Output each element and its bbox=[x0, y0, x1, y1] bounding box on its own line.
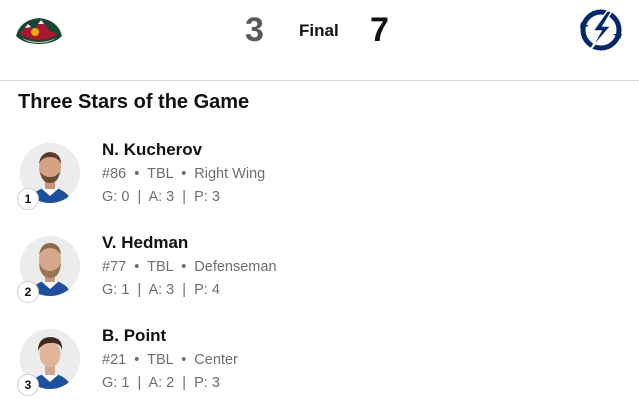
player-number: #77 bbox=[102, 259, 127, 275]
player-position: Defenseman bbox=[194, 259, 277, 275]
stat-divider: | bbox=[182, 282, 187, 298]
stat-goals: G: 1 bbox=[102, 375, 130, 391]
player-stats: G: 1 | A: 2 | P: 3 bbox=[102, 373, 220, 393]
stat-divider: | bbox=[137, 375, 142, 391]
stat-divider: | bbox=[182, 189, 187, 205]
player-number: #21 bbox=[102, 352, 127, 368]
game-status: Final bbox=[299, 21, 339, 40]
section-title: Three Stars of the Game bbox=[18, 91, 250, 113]
stat-divider: | bbox=[137, 189, 142, 205]
player-avatar[interactable]: 3 bbox=[17, 329, 80, 396]
bullet-separator: • bbox=[134, 352, 140, 368]
stat-divider: | bbox=[137, 282, 142, 298]
player-name[interactable]: V. Hedman bbox=[102, 232, 188, 254]
player-info: #77 • TBL • Defenseman bbox=[102, 257, 277, 277]
stat-assists: A: 3 bbox=[148, 282, 175, 298]
home-score: 3 bbox=[245, 11, 264, 49]
player-avatar[interactable]: 1 bbox=[17, 143, 80, 210]
stat-points: P: 4 bbox=[194, 282, 220, 298]
stat-points: P: 3 bbox=[194, 375, 220, 391]
away-score: 7 bbox=[370, 11, 389, 49]
stat-assists: A: 2 bbox=[148, 375, 175, 391]
lightning-logo-icon[interactable] bbox=[576, 8, 626, 51]
player-name[interactable]: N. Kucherov bbox=[102, 139, 202, 161]
player-number: #86 bbox=[102, 166, 127, 182]
player-position: Center bbox=[194, 352, 238, 368]
player-team: TBL bbox=[147, 259, 174, 275]
list-item[interactable]: 3 B. Point #21 • TBL • Center G: 1 | A: … bbox=[0, 321, 639, 414]
list-item[interactable]: 1 N. Kucherov #86 • TBL • Right Wing G: … bbox=[0, 135, 639, 228]
stat-points: P: 3 bbox=[194, 189, 220, 205]
bullet-separator: • bbox=[181, 352, 187, 368]
stat-goals: G: 0 bbox=[102, 189, 130, 205]
stat-assists: A: 3 bbox=[148, 189, 175, 205]
rank-badge: 1 bbox=[17, 188, 39, 210]
player-info: #21 • TBL • Center bbox=[102, 350, 238, 370]
player-info: #86 • TBL • Right Wing bbox=[102, 164, 265, 184]
bullet-separator: • bbox=[181, 259, 187, 275]
bullet-separator: • bbox=[134, 166, 140, 182]
three-stars-list: 1 N. Kucherov #86 • TBL • Right Wing G: … bbox=[0, 135, 639, 414]
player-team: TBL bbox=[147, 166, 174, 182]
rank-badge: 2 bbox=[17, 281, 39, 303]
wild-logo-icon[interactable] bbox=[14, 12, 64, 52]
rank-badge: 3 bbox=[17, 374, 39, 396]
stat-goals: G: 1 bbox=[102, 282, 130, 298]
player-position: Right Wing bbox=[194, 166, 266, 182]
scoreboard: 3 Final 7 bbox=[0, 0, 639, 81]
player-team: TBL bbox=[147, 352, 174, 368]
stat-divider: | bbox=[182, 375, 187, 391]
bullet-separator: • bbox=[134, 259, 140, 275]
list-item[interactable]: 2 V. Hedman #77 • TBL • Defenseman G: 1 … bbox=[0, 228, 639, 321]
player-stats: G: 1 | A: 3 | P: 4 bbox=[102, 280, 220, 300]
player-avatar[interactable]: 2 bbox=[17, 236, 80, 303]
player-name[interactable]: B. Point bbox=[102, 325, 166, 347]
bullet-separator: • bbox=[181, 166, 187, 182]
player-stats: G: 0 | A: 3 | P: 3 bbox=[102, 187, 220, 207]
